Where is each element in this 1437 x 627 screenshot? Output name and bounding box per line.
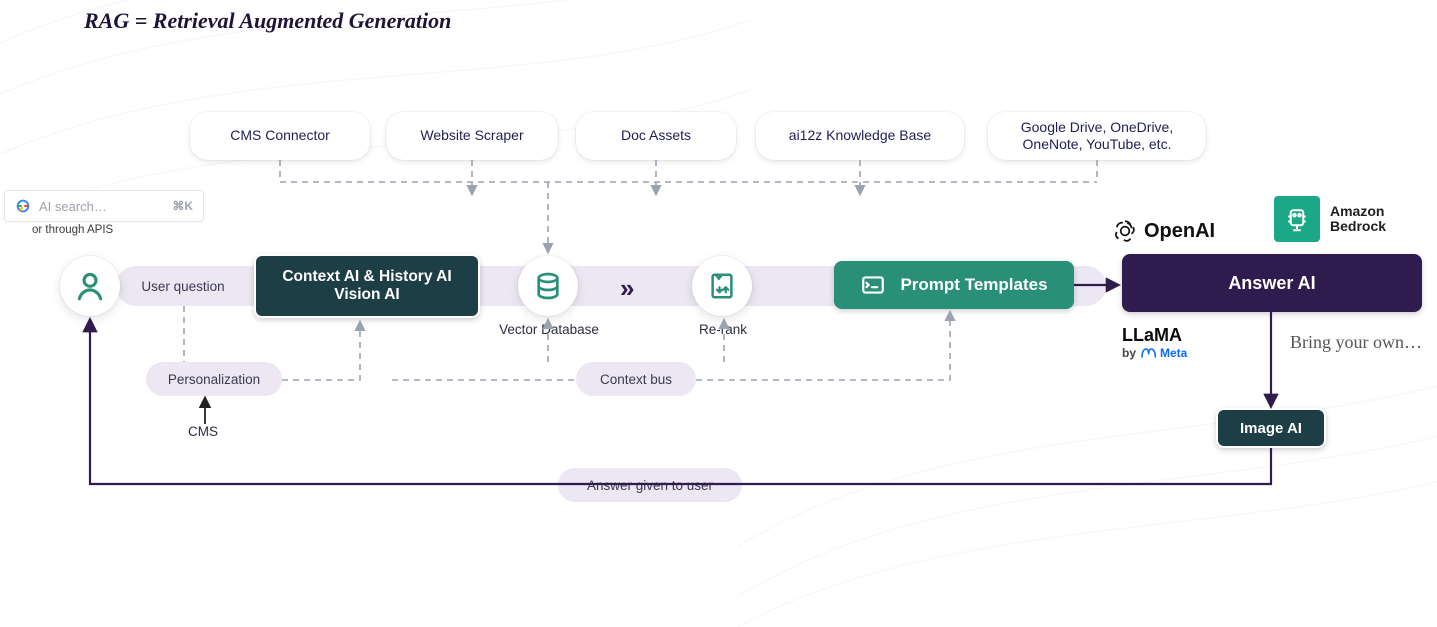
diagram-title: RAG = Retrieval Augmented Generation xyxy=(84,8,451,34)
source-label: Google Drive, OneDrive, OneNote, YouTube… xyxy=(1010,119,1184,154)
meta-icon xyxy=(1140,345,1156,361)
context-ai-line2: Vision AI xyxy=(334,286,399,304)
openai-label: OpenAI xyxy=(1144,220,1215,243)
source-label: Doc Assets xyxy=(621,127,691,145)
chevrons-icon: » xyxy=(620,273,630,304)
template-icon xyxy=(860,272,886,298)
answer-ai-label: Answer AI xyxy=(1228,273,1315,294)
provider-bedrock: AmazonBedrock xyxy=(1274,196,1386,242)
personalization-label: Personalization xyxy=(168,372,260,387)
database-icon xyxy=(532,270,564,302)
search-shortcut: ⌘K xyxy=(172,199,193,213)
prompt-templates-label: Prompt Templates xyxy=(900,275,1047,295)
personalization-pill: Personalization xyxy=(146,362,282,396)
image-ai-box: Image AI xyxy=(1216,408,1326,448)
vector-db-circle xyxy=(518,256,578,316)
vector-db-label: Vector Database xyxy=(494,322,604,337)
source-label: ai12z Knowledge Base xyxy=(789,127,931,145)
source-cloud-drives: Google Drive, OneDrive, OneNote, YouTube… xyxy=(988,112,1206,160)
search-placeholder: AI search… xyxy=(39,199,107,214)
source-website-scraper: Website Scraper xyxy=(386,112,558,160)
source-cms-connector: CMS Connector xyxy=(190,112,370,160)
search-subtext: or through APIS xyxy=(32,224,113,236)
cms-label: CMS xyxy=(188,424,218,439)
prompt-templates-box: Prompt Templates xyxy=(834,261,1074,309)
source-knowledge-base: ai12z Knowledge Base xyxy=(756,112,964,160)
user-question-label: User question xyxy=(141,279,224,294)
ai-search-box[interactable]: AI search… ⌘K xyxy=(4,190,204,222)
image-ai-label: Image AI xyxy=(1240,420,1302,437)
source-label: Website Scraper xyxy=(420,127,523,145)
bedrock-icon xyxy=(1274,196,1320,242)
provider-llama: LLaMA by Meta xyxy=(1122,326,1187,361)
byo-label: Bring your own… xyxy=(1290,332,1422,353)
rerank-circle xyxy=(692,256,752,316)
rerank-icon xyxy=(707,271,737,301)
context-bus-label: Context bus xyxy=(600,372,672,387)
source-label: CMS Connector xyxy=(230,127,330,145)
provider-openai: OpenAI xyxy=(1112,218,1215,244)
context-bus-pill: Context bus xyxy=(576,362,696,396)
user-circle xyxy=(60,256,120,316)
answer-to-user-pill: Answer given to user xyxy=(558,468,742,502)
bedrock-label: AmazonBedrock xyxy=(1330,204,1386,235)
answer-to-user-label: Answer given to user xyxy=(587,478,713,493)
source-doc-assets: Doc Assets xyxy=(576,112,736,160)
user-icon xyxy=(73,269,107,303)
openai-icon xyxy=(1112,218,1138,244)
user-question-pill: User question xyxy=(120,269,246,303)
context-ai-line1: Context AI & History AI xyxy=(282,268,451,286)
answer-ai-box: Answer AI xyxy=(1122,254,1422,312)
google-logo-icon xyxy=(15,198,31,214)
context-ai-box: Context AI & History AI Vision AI xyxy=(254,254,480,318)
rerank-label: Re-rank xyxy=(692,322,754,337)
